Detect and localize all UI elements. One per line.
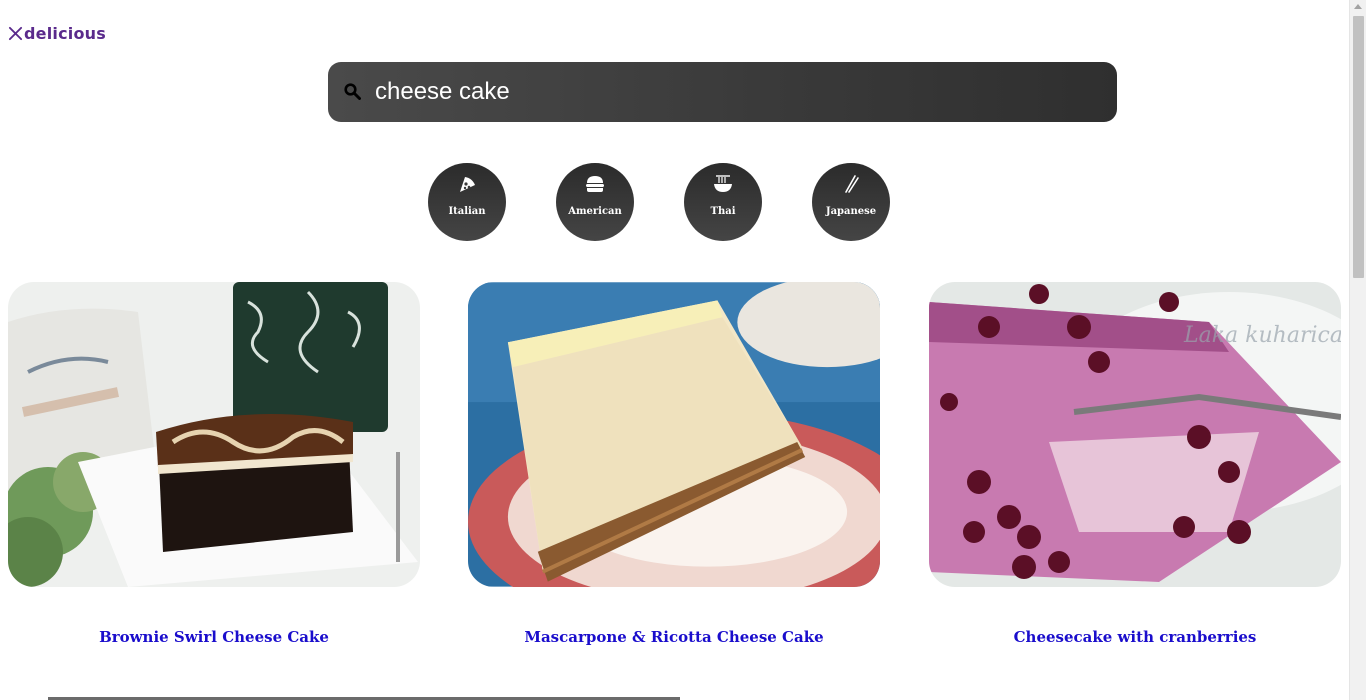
mascarpone-cheesecake-photo [468,282,880,587]
recipe-image[interactable] [8,282,420,587]
category-label: Italian [448,206,486,217]
svg-text:Laka kuharica: Laka kuharica [1183,323,1341,348]
search-icon[interactable] [344,83,361,100]
search-bar [328,62,1117,122]
category-american[interactable]: American [556,163,634,241]
recipe-card: Mascarpone & Ricotta Cheese Cake [468,282,880,646]
recipe-card: Brownie Swirl Cheese Cake [8,282,420,646]
brownie-cheesecake-photo [8,282,420,587]
recipe-image[interactable] [468,282,880,587]
cranberry-cheesecake-photo: Laka kuharica [929,282,1341,587]
category-label: American [568,206,622,217]
search-input[interactable] [375,72,1095,112]
pizza-icon [460,177,475,192]
recipe-title[interactable]: Mascarpone & Ricotta Cheese Cake [468,628,880,646]
chopsticks-icon [845,175,859,193]
scrollbar-thumb[interactable] [1353,16,1364,278]
category-label: Thai [710,206,736,217]
category-japanese[interactable]: Japanese [812,163,890,241]
logo[interactable]: delicious [8,24,106,43]
category-thai[interactable]: Thai [684,163,762,241]
recipe-image[interactable]: Laka kuharica [929,282,1341,587]
fork-knife-icon [8,26,23,41]
logo-text: delicious [24,24,106,43]
recipe-title[interactable]: Brownie Swirl Cheese Cake [8,628,420,646]
category-italian[interactable]: Italian [428,163,506,241]
category-label: Japanese [825,206,877,217]
scroll-up-icon[interactable] [1354,4,1362,9]
recipe-title[interactable]: Cheesecake with cranberries [929,628,1341,646]
page: delicious Italian American [0,0,1366,700]
noodle-bowl-icon [714,175,732,192]
vertical-scrollbar[interactable] [1349,0,1366,700]
burger-icon [586,176,604,192]
recipe-card: Laka kuharica Cheesecake with cranberrie… [929,282,1341,646]
